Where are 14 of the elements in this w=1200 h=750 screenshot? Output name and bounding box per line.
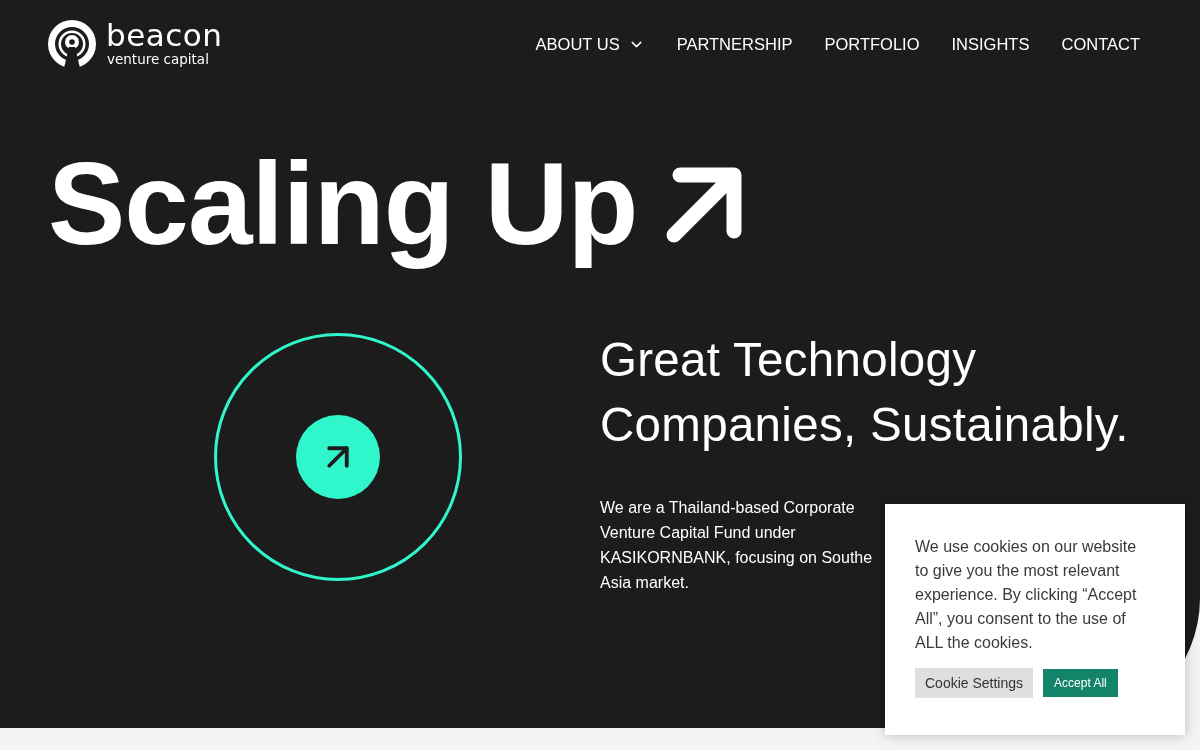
nav-link[interactable]: INSIGHTS <box>951 33 1030 55</box>
nav-link[interactable]: PORTFOLIO <box>824 33 920 55</box>
settings-button[interactable]: Cookie Settings <box>915 668 1034 698</box>
nav-link[interactable]: ABOUT US <box>535 33 645 55</box>
hero-headline: Scaling Up <box>48 138 638 271</box>
beacon-logo-icon <box>48 19 96 68</box>
brand-tagline: venture capital <box>107 51 209 68</box>
intro-paragraph: We are a Thailand-based Corporate Venture Capital Fund under KASIKORNBANK, focusing on Southe Asia market. <box>600 498 873 593</box>
nav-link[interactable]: PARTNERSHIP <box>676 33 793 55</box>
cookie-notice-text: We use cookies on our website to give you the most relevant experience. By clicking “Accept All”, you consent to the use of ALL the cookies. <box>915 537 1138 653</box>
hero-tagline: Great Technology Companies, Sustainably. <box>600 332 1130 453</box>
brand-name[interactable]: beacon <box>106 19 223 51</box>
accept-button[interactable]: Accept All <box>1043 669 1118 697</box>
nav-link[interactable]: CONTACT <box>1061 33 1140 55</box>
